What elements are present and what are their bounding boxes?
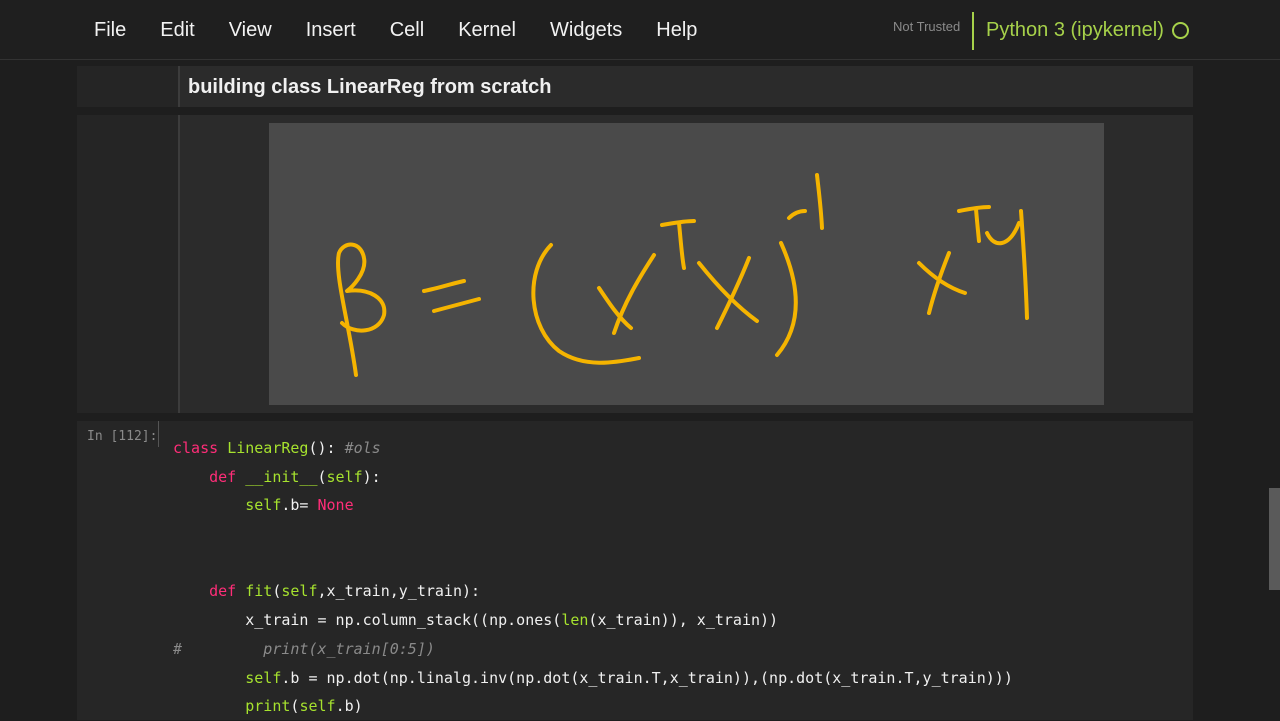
left-paren-stroke — [531, 243, 641, 365]
equals-bottom-stroke — [432, 297, 481, 313]
handwritten-formula-drawing — [336, 173, 1029, 377]
y-stroke-a — [985, 221, 1021, 246]
menu-file[interactable]: File — [77, 0, 143, 60]
code-cell[interactable]: In [112]: class LinearReg(): #ols def __… — [77, 421, 1193, 720]
menu-widgets[interactable]: Widgets — [533, 0, 639, 60]
x1-stroke-b — [612, 253, 656, 335]
menu-cell[interactable]: Cell — [373, 0, 441, 60]
kernel-idle-icon — [1172, 22, 1189, 39]
prompt-divider — [158, 421, 159, 447]
cell-divider — [178, 115, 180, 413]
t2-stem-stroke — [974, 207, 981, 243]
menu-kernel[interactable]: Kernel — [441, 0, 533, 60]
menu-view[interactable]: View — [212, 0, 289, 60]
scrollbar-thumb[interactable] — [1269, 488, 1280, 590]
t-stem-stroke — [677, 221, 686, 270]
code-line: self.b= None — [245, 496, 354, 515]
cell-prompt-area — [77, 115, 178, 413]
formula-image — [269, 123, 1104, 405]
cell-prompt-area — [77, 66, 178, 107]
menu-insert[interactable]: Insert — [289, 0, 373, 60]
code-editor[interactable]: class LinearReg(): #ols def __init__(sel… — [173, 434, 1013, 721]
x2-stroke-a — [697, 261, 759, 323]
scrollbar-track[interactable] — [1268, 60, 1280, 720]
code-line: class LinearReg(): #ols — [173, 439, 381, 457]
menu-edit[interactable]: Edit — [143, 0, 211, 60]
input-prompt: In [112]: — [87, 429, 158, 444]
markdown-cell[interactable]: building class LinearReg from scratch — [77, 66, 1193, 107]
code-line: self.b = np.dot(np.linalg.inv(np.dot(x_t… — [245, 668, 1013, 687]
main-menu: File Edit View Insert Cell Kernel Widget… — [77, 0, 714, 60]
menubar: File Edit View Insert Cell Kernel Widget… — [0, 0, 1280, 60]
code-line: # print(x_train[0:5]) — [173, 639, 435, 658]
code-line: print(self.b) — [245, 697, 363, 716]
code-line: x_train = np.column_stack((np.ones(len(x… — [245, 611, 779, 630]
minus-one-stroke-b — [815, 173, 824, 230]
x2-stroke-b — [715, 256, 751, 330]
minus-one-stroke-a — [787, 209, 807, 220]
markdown-heading: building class LinearReg from scratch — [188, 76, 552, 98]
kernel-divider — [972, 12, 974, 50]
code-line: def __init__(self): — [209, 467, 381, 486]
equals-top-stroke — [422, 279, 466, 293]
kernel-name[interactable]: Python 3 (ipykernel) — [986, 19, 1164, 42]
code-line: def fit(self,x_train,y_train): — [209, 582, 481, 601]
right-paren-stroke — [775, 241, 798, 357]
trust-indicator[interactable]: Not Trusted — [893, 19, 960, 34]
beta-stroke — [336, 242, 387, 377]
menu-help[interactable]: Help — [639, 0, 714, 60]
y-stroke-b — [1019, 209, 1029, 320]
image-cell[interactable] — [77, 115, 1193, 413]
cell-divider — [178, 66, 180, 107]
